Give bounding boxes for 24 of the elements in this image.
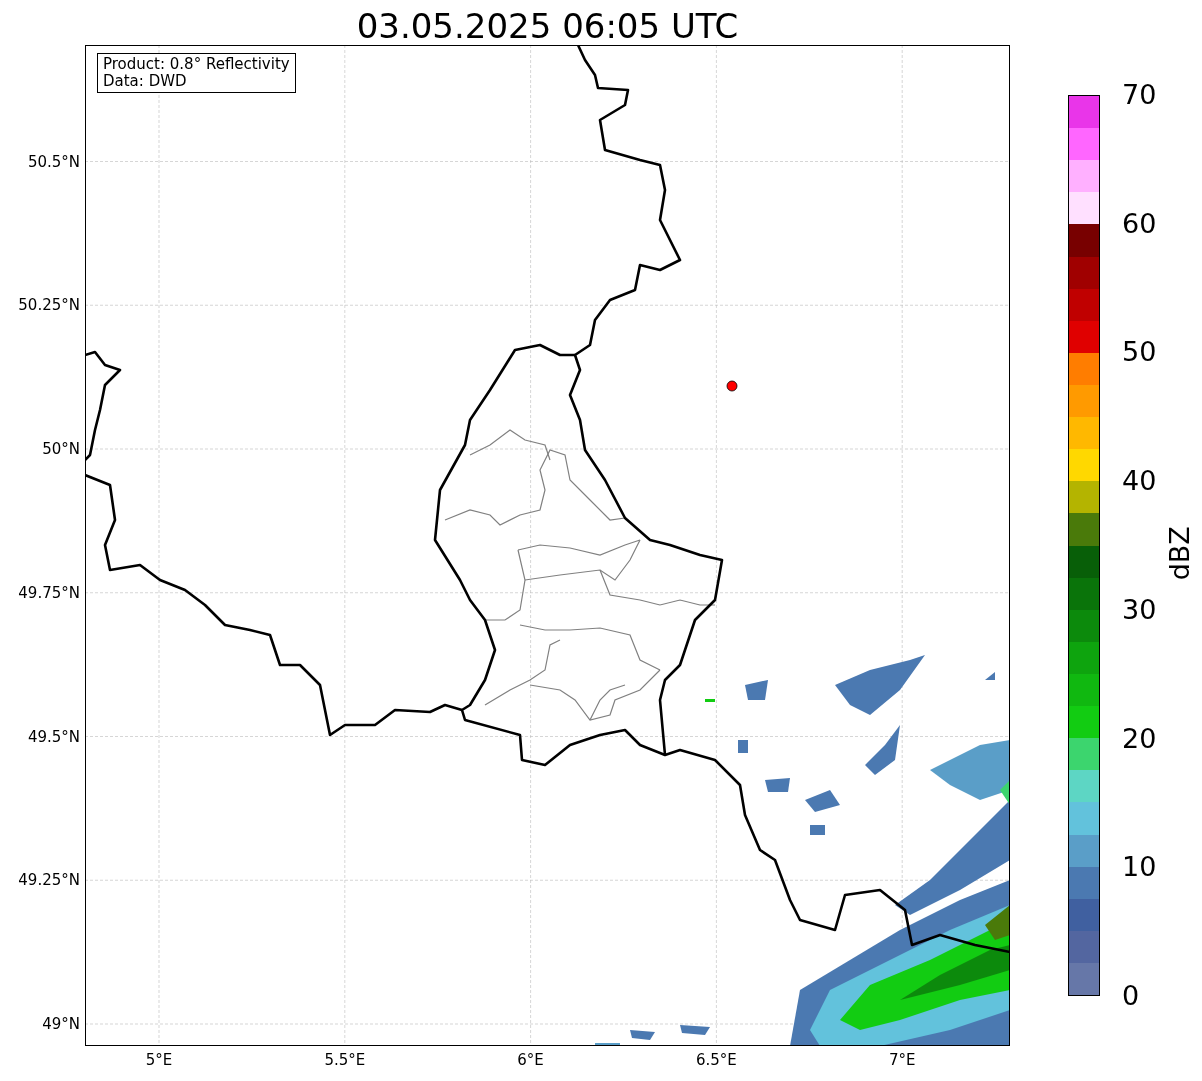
latitude-label: 50.5°N xyxy=(27,152,80,171)
latitude-label: 49.75°N xyxy=(18,583,80,602)
longitude-label: 6.5°E xyxy=(695,1051,737,1069)
colorbar-tick-label: 40 xyxy=(1122,466,1157,497)
colorbar-tick-label: 30 xyxy=(1122,594,1157,625)
colorbar-tick-label: 70 xyxy=(1122,80,1157,110)
colorbar-tick-label: 0 xyxy=(1122,981,1140,1011)
chart-title: 03.05.2025 06:05 UTC xyxy=(355,5,740,48)
info-text: Data: DWD xyxy=(103,73,188,90)
longitude-label: 6°E xyxy=(517,1051,544,1069)
longitude-label: 5°E xyxy=(145,1051,173,1069)
colorbar-tick-label: 10 xyxy=(1122,852,1157,883)
colorbar-label: dBZ xyxy=(1162,525,1196,581)
latitude-label: 49.25°N xyxy=(18,871,80,890)
colorbar-tick-label: 50 xyxy=(1122,337,1157,368)
colorbar-tick-label: 60 xyxy=(1122,208,1157,239)
latitude-label: 49°N xyxy=(42,1015,80,1033)
info-text: Product: 0.8° Reflectivity xyxy=(103,56,290,73)
longitude-label: 5.5°E xyxy=(324,1051,366,1069)
colorbar-tick-label: 20 xyxy=(1122,723,1157,754)
latitude-label: 50.25°N xyxy=(18,296,80,315)
longitude-label: 7°E xyxy=(888,1051,916,1069)
latitude-label: 50°N xyxy=(42,440,80,458)
latitude-label: 49.5°N xyxy=(27,727,80,746)
